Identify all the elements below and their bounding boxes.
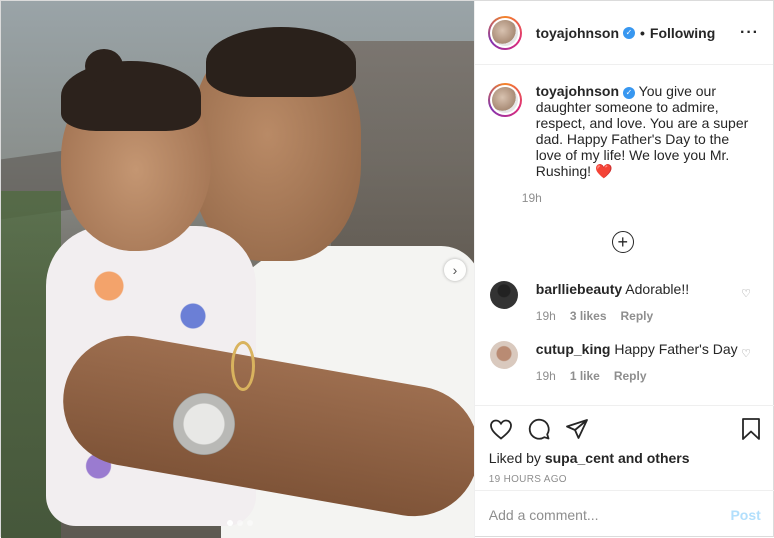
bookmark-icon[interactable] [741,417,761,441]
baby-hair-bun [85,49,123,83]
comment-input[interactable] [488,506,731,523]
carousel-dot [237,520,243,526]
caption-avatar[interactable] [487,83,522,117]
comment-text-block: barlliebeauty Adorable!! [536,281,689,297]
carousel-dot [247,520,253,526]
reply-button[interactable]: Reply [614,369,647,383]
post-header: toyajohnson ✓ • Following ··· [474,1,773,65]
commenter-avatar[interactable] [489,341,518,369]
heart-outline-icon[interactable]: ♡ [741,287,751,300]
next-slide-button[interactable]: › [444,259,466,281]
caption-username[interactable]: toyajohnson [536,83,619,99]
reply-button[interactable]: Reply [621,309,654,323]
comment-text: Happy Father's Day [614,341,738,357]
instagram-post: › toyajohnson ✓ • Following ··· toyajohn… [0,0,774,538]
comment-likes[interactable]: 1 like [570,369,600,383]
caption: toyajohnson ✓ You give our daughter someo… [487,83,757,205]
man-hair [206,27,356,97]
verified-badge-icon: ✓ [623,87,636,99]
comment-username[interactable]: barlliebeauty [536,281,622,297]
action-bar: Liked by supa_cent and others 19 HOURS A… [474,405,774,485]
heart-icon[interactable] [489,418,513,440]
comment-meta: 19h 3 likes Reply [536,309,689,323]
comment-item: barlliebeauty Adorable!! 19h 3 likes Rep… [488,281,757,323]
commenter-avatar[interactable] [489,281,518,309]
liked-by-others[interactable]: and others [618,450,690,466]
wristwatch [173,393,235,455]
baby-hair [61,61,201,131]
comment-likes[interactable]: 3 likes [570,309,607,323]
following-button[interactable]: Following [650,25,715,41]
liked-by: Liked by supa_cent and others [489,450,761,466]
comment-bubble-icon[interactable] [527,417,551,441]
chevron-right-icon: › [452,262,458,278]
comment-text-block: cutup_king Happy Father's Day [536,341,738,357]
comments-section: toyajohnson ✓ You give our daughter someo… [475,65,773,405]
comment-username[interactable]: cutup_king [536,341,611,357]
comment-text: Adorable!! [625,281,690,297]
liked-by-prefix: Liked by [488,450,541,466]
verified-badge-icon: ✓ [623,26,636,39]
header-username[interactable]: toyajohnson [536,25,619,41]
comment-meta: 19h 1 like Reply [536,369,738,383]
liked-by-user[interactable]: supa_cent [545,450,614,466]
carousel-dot-active [227,520,233,526]
header-avatar[interactable] [487,15,522,50]
comment-time[interactable]: 19h [536,369,556,383]
post-timestamp[interactable]: 19 HOURS AGO [489,474,761,485]
action-icons [489,416,761,442]
ellipsis-icon[interactable]: ··· [740,24,759,42]
gold-bracelet [231,341,255,391]
heart-outline-icon[interactable]: ♡ [741,347,751,360]
post-comment-button[interactable]: Post [730,507,760,523]
post-sidebar: toyajohnson ✓ • Following ··· toyajohnso… [473,1,774,538]
caption-text-block: toyajohnson ✓ You give our daughter someo… [536,83,757,179]
caption-time[interactable]: 19h [522,191,757,205]
load-more-comments-button[interactable]: + [611,231,634,253]
comment-item: cutup_king Happy Father's Day 19h 1 like… [488,341,757,383]
post-photo[interactable]: › [1,1,474,538]
share-paper-plane-icon[interactable] [565,417,589,441]
carousel-dots [227,520,253,526]
add-comment-bar: Post [474,490,774,538]
heart-emoji-icon: ❤️ [594,163,613,179]
comment-time[interactable]: 19h [536,309,556,323]
separator-dot: • [640,24,645,41]
